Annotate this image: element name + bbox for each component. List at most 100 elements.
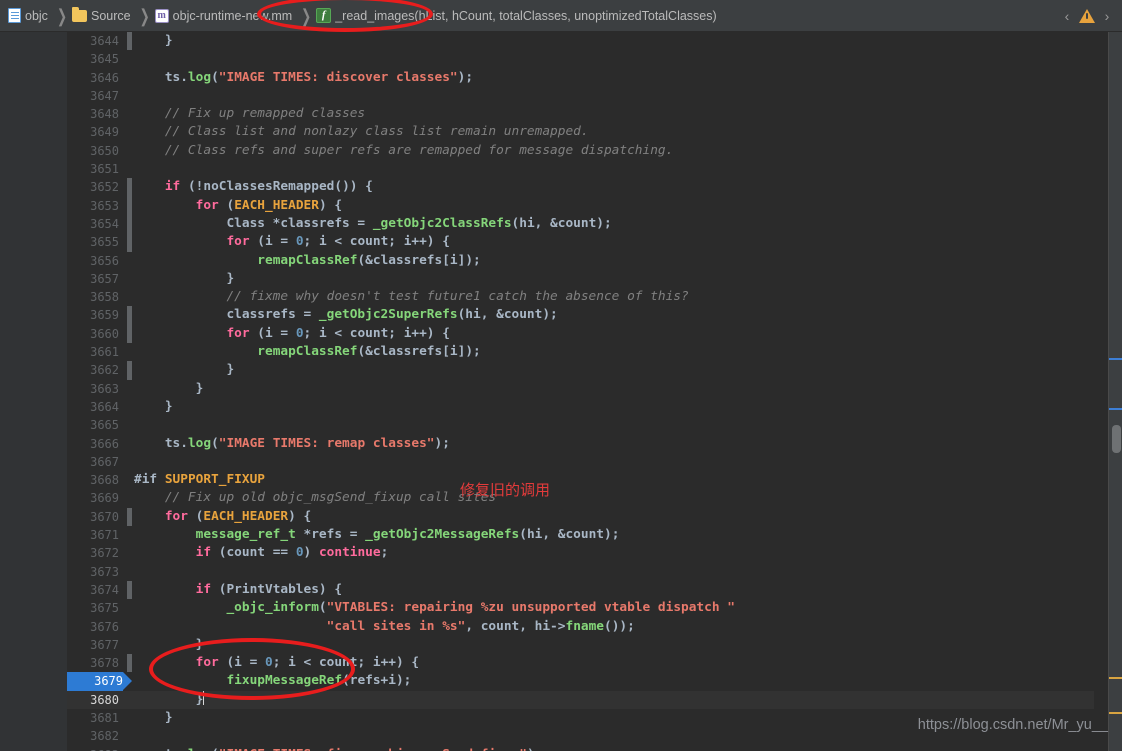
fold-marker[interactable] (127, 343, 132, 361)
code-line[interactable]: 3660 for (i = 0; i < count; i++) { (67, 324, 1094, 344)
line-number[interactable]: 3648 (67, 105, 119, 123)
line-number[interactable]: 3654 (67, 215, 119, 233)
line-number[interactable]: 3664 (67, 398, 119, 416)
code-line[interactable]: 3650 // Class refs and super refs are re… (67, 142, 1094, 160)
line-number[interactable]: 3657 (67, 270, 119, 288)
line-number[interactable]: 3650 (67, 142, 119, 160)
fold-marker[interactable] (127, 123, 132, 141)
next-error-icon[interactable]: › (1102, 8, 1112, 24)
fold-marker[interactable] (127, 599, 132, 617)
fold-marker[interactable] (127, 105, 132, 123)
line-number[interactable]: 3660 (67, 325, 119, 343)
code-line[interactable]: 3658 // fixme why doesn't test future1 c… (67, 288, 1094, 306)
fold-marker[interactable] (127, 160, 132, 178)
fold-marker[interactable] (127, 636, 132, 654)
line-number[interactable]: 3669 (67, 489, 119, 507)
fold-marker[interactable] (127, 654, 132, 673)
line-number[interactable]: 3656 (67, 252, 119, 270)
code-line[interactable]: 3676 "call sites in %s", count, hi->fnam… (67, 618, 1094, 636)
code-line[interactable]: 3649 // Class list and nonlazy class lis… (67, 123, 1094, 141)
line-number[interactable]: 3658 (67, 288, 119, 306)
line-number[interactable]: 3671 (67, 526, 119, 544)
fold-marker[interactable] (127, 507, 132, 527)
code-line[interactable]: 3679 fixupMessageRef(refs+i); (67, 672, 1094, 691)
line-number[interactable]: 3663 (67, 380, 119, 398)
line-number[interactable]: 3645 (67, 50, 119, 68)
scrollbar-thumb[interactable] (1112, 425, 1121, 453)
code-line[interactable]: 3654 Class *classrefs = _getObjc2ClassRe… (67, 214, 1094, 234)
fold-marker[interactable] (127, 544, 132, 562)
fold-marker[interactable] (127, 727, 132, 745)
line-number[interactable]: 3655 (67, 233, 119, 251)
code-line[interactable]: 3678 for (i = 0; i < count; i++) { (67, 654, 1094, 673)
line-number[interactable]: 3673 (67, 563, 119, 581)
line-number[interactable]: 3681 (67, 709, 119, 727)
line-number-gutter[interactable] (0, 32, 58, 751)
fold-marker[interactable] (127, 580, 132, 600)
code-line[interactable]: 3644 } (67, 32, 1094, 51)
fold-marker[interactable] (127, 306, 132, 325)
line-number[interactable]: 3667 (67, 453, 119, 471)
prev-error-icon[interactable]: ‹ (1062, 8, 1072, 24)
fold-marker[interactable] (127, 361, 132, 380)
fold-marker[interactable] (127, 563, 132, 581)
code-line[interactable]: 3645 (67, 50, 1094, 68)
line-number[interactable]: 3676 (67, 618, 119, 636)
code-fold-strip[interactable] (58, 32, 67, 751)
code-line[interactable]: 3668 #if SUPPORT_FIXUP (67, 471, 1094, 489)
code-line[interactable]: 3673 (67, 563, 1094, 581)
code-line[interactable]: 3651 (67, 160, 1094, 178)
line-number[interactable]: 3651 (67, 160, 119, 178)
line-number[interactable]: 3675 (67, 599, 119, 617)
line-number[interactable]: 3661 (67, 343, 119, 361)
breadcrumb-item-source[interactable]: Source ❯ (72, 0, 155, 32)
code-line[interactable]: 3657 } (67, 270, 1094, 288)
code-line[interactable]: 3669 // Fix up old objc_msgSend_fixup ca… (67, 489, 1094, 507)
fold-marker[interactable] (127, 398, 132, 416)
line-number[interactable]: 3665 (67, 416, 119, 434)
code-line[interactable]: 3677 } (67, 636, 1094, 654)
line-number[interactable]: 3649 (67, 123, 119, 141)
code-line[interactable]: 3656 remapClassRef(&classrefs[i]); (67, 252, 1094, 270)
breadcrumb-item-project[interactable]: objc ❯ (8, 0, 72, 32)
code-line[interactable]: 3655 for (i = 0; i < count; i++) { (67, 233, 1094, 252)
line-number[interactable]: 3666 (67, 435, 119, 453)
fold-marker[interactable] (127, 50, 132, 68)
fold-marker[interactable] (127, 471, 132, 489)
fold-marker[interactable] (127, 618, 132, 636)
code-line[interactable]: 3647 (67, 87, 1094, 105)
line-number[interactable]: 3646 (67, 69, 119, 87)
line-number[interactable]: 3653 (67, 197, 119, 215)
line-number[interactable]: 3678 (67, 654, 119, 672)
line-number[interactable]: 3644 (67, 32, 119, 50)
fold-marker[interactable] (127, 380, 132, 398)
code-line[interactable]: 3683 ts.log("IMAGE TIMES: fix up objc_ms… (67, 746, 1094, 751)
fold-marker[interactable] (127, 453, 132, 471)
fold-marker[interactable] (127, 489, 132, 507)
fold-marker[interactable] (127, 288, 132, 306)
line-number[interactable]: 3668 (67, 471, 119, 489)
line-number[interactable]: 3677 (67, 636, 119, 654)
line-number[interactable]: 3662 (67, 361, 119, 379)
line-number[interactable]: 3679 (67, 672, 123, 691)
line-number[interactable]: 3659 (67, 306, 119, 324)
line-number[interactable]: 3672 (67, 544, 119, 562)
line-number[interactable]: 3680 (67, 691, 119, 709)
fold-marker[interactable] (127, 233, 132, 252)
code-line[interactable]: 3665 (67, 416, 1094, 434)
line-number[interactable]: 3652 (67, 178, 119, 196)
code-line[interactable]: 3680 } (67, 690, 1094, 709)
code-line[interactable]: 3675 _objc_inform("VTABLES: repairing %z… (67, 599, 1094, 617)
fold-marker[interactable] (127, 709, 132, 727)
fold-marker[interactable] (127, 435, 132, 453)
code-line[interactable]: 3672 if (count == 0) continue; (67, 544, 1094, 562)
code-line[interactable]: 3671 message_ref_t *refs = _getObjc2Mess… (67, 526, 1094, 544)
code-line[interactable]: 3662 } (67, 361, 1094, 380)
line-number[interactable]: 3683 (67, 746, 119, 751)
code-line[interactable]: 3666 ts.log("IMAGE TIMES: remap classes"… (67, 435, 1094, 453)
code-line[interactable]: 3667 (67, 453, 1094, 471)
fold-marker[interactable] (127, 32, 132, 51)
fold-marker[interactable] (127, 691, 132, 709)
fold-marker[interactable] (127, 270, 132, 288)
fold-marker[interactable] (127, 252, 132, 270)
